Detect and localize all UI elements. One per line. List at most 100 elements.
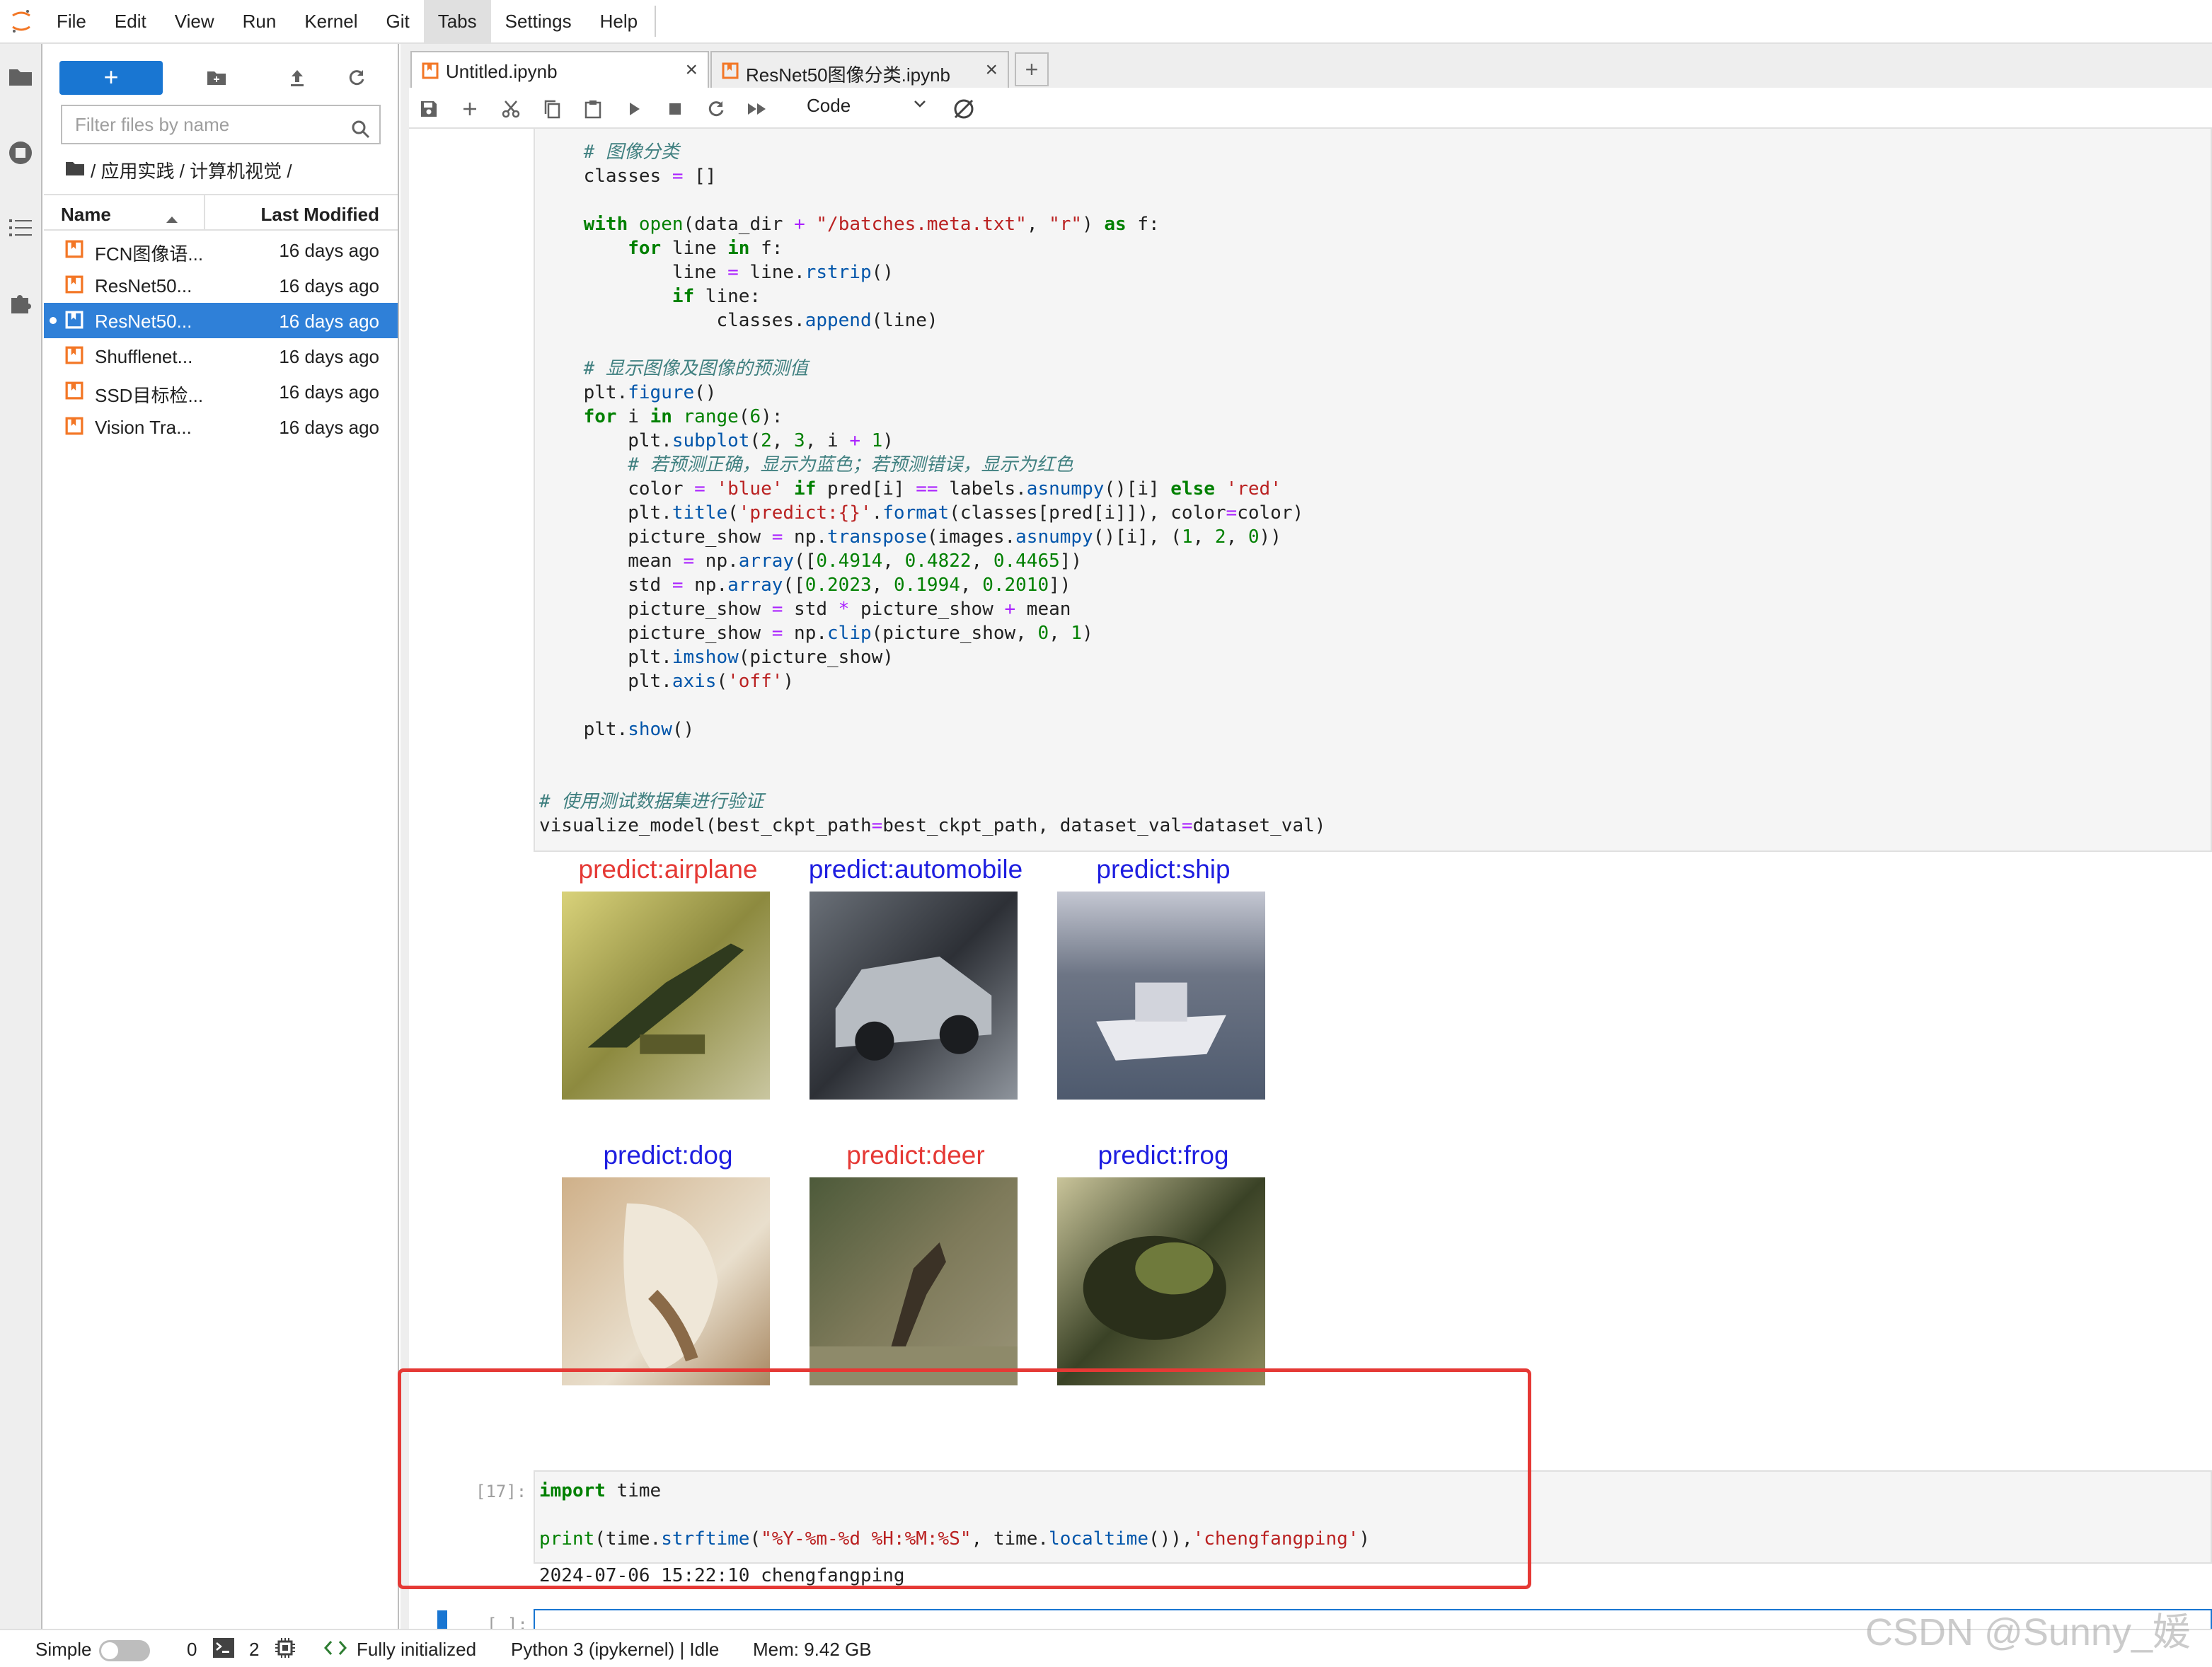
file-list-header: Name Last Modified <box>44 194 398 231</box>
folder-icon[interactable] <box>65 159 85 181</box>
menu-file[interactable]: File <box>42 0 100 42</box>
file-modified: 16 days ago <box>279 311 379 332</box>
tab-resnet50[interactable]: ResNet50图像分类.ipynb × <box>710 51 1009 88</box>
terminal-icon[interactable] <box>212 1637 235 1663</box>
new-folder-icon[interactable] <box>195 61 238 95</box>
prediction-title: predict:frog <box>1098 1141 1229 1170</box>
run-all-icon[interactable] <box>742 93 773 125</box>
file-row[interactable]: ResNet50... 16 days ago <box>44 303 398 338</box>
file-row[interactable]: FCN图像语... 16 days ago <box>44 232 398 267</box>
close-icon[interactable]: × <box>685 58 698 82</box>
simple-mode-label: Simple <box>35 1639 92 1660</box>
menu-divider <box>655 6 657 37</box>
copy-icon[interactable] <box>536 93 568 125</box>
upload-icon[interactable] <box>276 61 318 95</box>
insert-cell-icon[interactable] <box>454 93 485 125</box>
file-modified: 16 days ago <box>279 381 379 403</box>
lsp-status[interactable]: Fully initialized <box>357 1639 476 1661</box>
prediction-image <box>1057 892 1265 1100</box>
run-icon[interactable] <box>618 93 650 125</box>
folder-icon[interactable] <box>0 55 41 98</box>
terminal-count[interactable]: 0 <box>187 1639 197 1661</box>
menu-git[interactable]: Git <box>371 0 423 42</box>
code-cell-source[interactable]: # 图像分类 classes = [] with open(data_dir +… <box>539 140 1325 838</box>
restart-icon[interactable] <box>701 93 732 125</box>
memory-usage: Mem: 9.42 GB <box>753 1639 872 1660</box>
menu-run[interactable]: Run <box>229 0 291 42</box>
menu-help[interactable]: Help <box>586 0 652 42</box>
column-name-header[interactable]: Name <box>61 204 111 226</box>
file-row[interactable]: Vision Tra... 16 days ago <box>44 409 398 444</box>
column-modified-header[interactable]: Last Modified <box>260 204 379 226</box>
chevron-down-icon[interactable] <box>911 95 928 115</box>
activity-bar <box>0 44 42 1629</box>
notebook-icon <box>65 240 83 263</box>
extensions-puzzle-icon[interactable] <box>0 282 41 324</box>
notebook-icon <box>722 62 739 84</box>
breadcrumb: / 应用实践 / 计算机视觉 / <box>65 156 292 184</box>
kernel-status[interactable]: Python 3 (ipykernel) | Idle <box>511 1639 719 1661</box>
prediction-title: predict:ship <box>1096 855 1231 884</box>
prediction-title: predict:airplane <box>578 855 758 884</box>
file-name: SSD目标检... <box>95 385 204 406</box>
file-modified: 16 days ago <box>279 346 379 367</box>
file-name: Shufflenet... <box>95 346 193 367</box>
cut-icon[interactable] <box>495 93 526 125</box>
breadcrumb-path[interactable]: / 应用实践 / 计算机视觉 / <box>91 157 292 183</box>
menu-edit[interactable]: Edit <box>100 0 161 42</box>
prediction-image <box>810 1177 1018 1385</box>
sort-ascending-icon[interactable] <box>166 207 178 229</box>
file-row[interactable]: ResNet50... 16 days ago <box>44 267 398 303</box>
tab-label: Untitled.ipynb <box>446 61 558 82</box>
file-modified: 16 days ago <box>279 275 379 296</box>
cell-type-select[interactable]: Code <box>807 95 851 117</box>
close-icon[interactable]: × <box>985 58 998 82</box>
notebook-icon <box>65 346 83 369</box>
add-tab-button[interactable]: + <box>1015 52 1049 86</box>
stop-icon[interactable] <box>659 93 691 125</box>
paste-icon[interactable] <box>577 93 609 125</box>
prediction-title: predict:automobile <box>808 855 1023 884</box>
notebook-icon <box>65 381 83 405</box>
table-of-contents-icon[interactable] <box>0 207 41 249</box>
menu-settings[interactable]: Settings <box>491 0 586 42</box>
file-row[interactable]: SSD目标检... 16 days ago <box>44 374 398 409</box>
file-name: ResNet50... <box>95 311 192 332</box>
running-dot-icon <box>50 317 57 324</box>
new-launcher-button[interactable]: + <box>59 61 163 95</box>
notebook-icon <box>65 311 83 334</box>
filter-placeholder: Filter files by name <box>75 114 230 135</box>
prediction-image <box>562 892 770 1100</box>
jupyter-logo-icon <box>0 0 42 42</box>
file-name: Vision Tra... <box>95 417 192 438</box>
prediction-image <box>810 892 1018 1100</box>
file-browser-toolbar: + <box>44 52 398 106</box>
refresh-icon[interactable] <box>335 61 378 95</box>
menu-view[interactable]: View <box>161 0 229 42</box>
kernel-count[interactable]: 2 <box>249 1639 259 1661</box>
column-divider[interactable] <box>204 195 205 231</box>
simple-mode-toggle[interactable] <box>99 1640 150 1661</box>
file-name: FCN图像语... <box>95 243 204 265</box>
prediction-title: predict:dog <box>603 1141 733 1170</box>
running-kernels-icon[interactable] <box>0 132 41 174</box>
file-row[interactable]: Shufflenet... 16 days ago <box>44 338 398 374</box>
filter-files-input[interactable]: Filter files by name <box>61 105 381 144</box>
file-browser-panel: + Filter files by name / 应用实践 / 计算机视觉 / … <box>44 44 399 1629</box>
file-name: ResNet50... <box>95 275 192 296</box>
menu-tabs[interactable]: Tabs <box>423 0 491 42</box>
lsp-code-icon[interactable] <box>323 1637 347 1663</box>
empty-cell-prompt: [ ]: <box>487 1615 528 1629</box>
kernel-status-icon[interactable] <box>948 93 979 125</box>
file-modified: 16 days ago <box>279 240 379 261</box>
kernel-chip-icon[interactable] <box>275 1637 296 1663</box>
file-modified: 16 days ago <box>279 417 379 438</box>
tab-untitled[interactable]: Untitled.ipynb × <box>410 51 709 89</box>
menu-kernel[interactable]: Kernel <box>290 0 371 42</box>
notebook-icon <box>65 275 83 299</box>
notebook-toolbar: Code <box>409 88 2212 129</box>
active-cell-indicator <box>437 1610 447 1629</box>
notebook-icon <box>65 417 83 440</box>
annotation-highlight-box <box>398 1368 1531 1589</box>
save-icon[interactable] <box>413 93 444 125</box>
